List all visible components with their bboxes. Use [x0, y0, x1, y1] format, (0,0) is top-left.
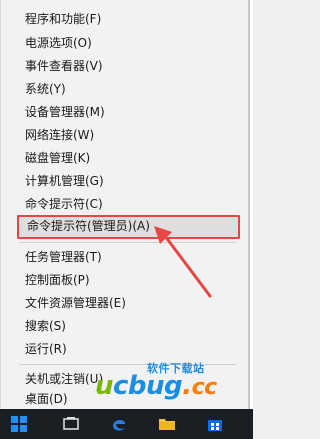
menu-item-device-manager[interactable]: 设备管理器(M) [25, 101, 236, 123]
menu-item-shutdown-signout[interactable]: 关机或注销(U) [25, 368, 236, 390]
store-icon[interactable] [206, 415, 224, 433]
menu-item-search[interactable]: 搜索(S) [25, 315, 236, 337]
menu-item-command-prompt[interactable]: 命令提示符(C) [25, 193, 236, 215]
menu-item-control-panel[interactable]: 控制面板(P) [25, 269, 236, 291]
menu-divider [19, 242, 236, 243]
windows-start-icon[interactable] [10, 415, 28, 433]
menu-item-desktop[interactable]: 桌面(D) [25, 388, 236, 410]
menu-item-file-explorer[interactable]: 文件资源管理器(E) [25, 292, 236, 314]
menu-item-command-prompt-admin[interactable]: 命令提示符(管理员)(A) [17, 215, 240, 239]
menu-item-power-options[interactable]: 电源选项(O) [25, 32, 236, 54]
edge-icon[interactable] [110, 415, 128, 433]
menu-item-network-connections[interactable]: 网络连接(W) [25, 124, 236, 146]
screen: 程序和功能(F) 电源选项(O) 事件查看器(V) 系统(Y) 设备管理器(M)… [0, 0, 253, 439]
file-explorer-icon[interactable] [158, 415, 176, 433]
menu-item-system[interactable]: 系统(Y) [25, 78, 236, 100]
menu-item-computer-management[interactable]: 计算机管理(G) [25, 170, 236, 192]
taskbar [0, 409, 253, 439]
menu-item-disk-management[interactable]: 磁盘管理(K) [25, 147, 236, 169]
menu-item-run[interactable]: 运行(R) [25, 338, 236, 360]
menu-item-task-manager[interactable]: 任务管理器(T) [25, 246, 236, 268]
menu-divider [19, 364, 236, 365]
menu-item-event-viewer[interactable]: 事件查看器(V) [25, 55, 236, 77]
winx-context-menu: 程序和功能(F) 电源选项(O) 事件查看器(V) 系统(Y) 设备管理器(M)… [0, 0, 250, 409]
menu-item-programs-features[interactable]: 程序和功能(F) [25, 8, 236, 30]
task-view-icon[interactable] [62, 415, 80, 433]
